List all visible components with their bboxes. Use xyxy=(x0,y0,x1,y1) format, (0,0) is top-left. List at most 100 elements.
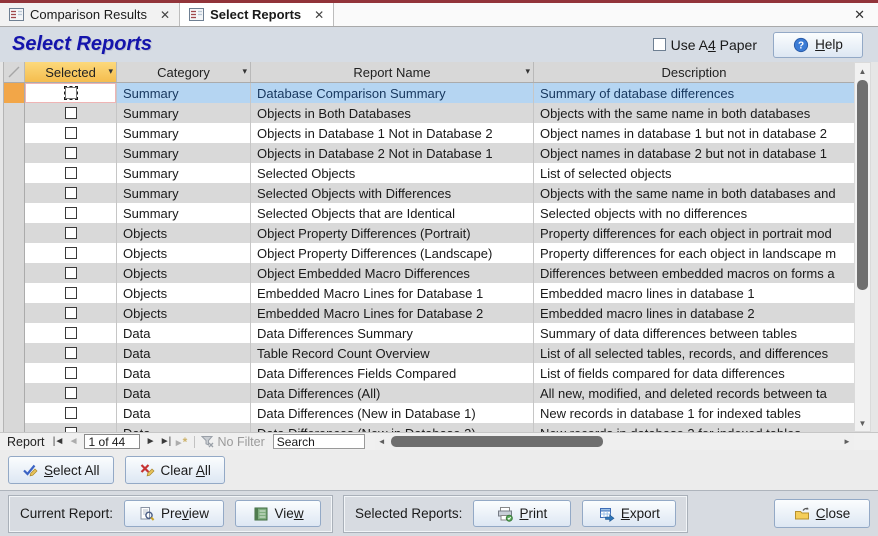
selected-checkbox[interactable] xyxy=(65,207,77,219)
clear-all-button[interactable]: Clear All xyxy=(125,456,225,484)
description-cell[interactable]: Selected objects with no differences xyxy=(534,203,854,223)
description-cell[interactable]: List of all selected tables, records, an… xyxy=(534,343,854,363)
row-selector[interactable] xyxy=(4,103,25,123)
horizontal-scrollbar-track[interactable] xyxy=(389,434,840,450)
row-selector[interactable] xyxy=(4,203,25,223)
description-cell[interactable]: Property differences for each object in … xyxy=(534,223,854,243)
report-name-cell[interactable]: Embedded Macro Lines for Database 1 xyxy=(251,283,534,303)
scroll-down-icon[interactable]: ▼ xyxy=(855,415,870,431)
category-cell[interactable]: Summary xyxy=(117,203,251,223)
column-header-report-name[interactable]: Report Name ▾ xyxy=(251,62,534,82)
selected-checkbox[interactable] xyxy=(65,327,77,339)
close-button[interactable]: Close xyxy=(774,499,870,528)
report-name-cell[interactable]: Data Differences (All) xyxy=(251,383,534,403)
description-cell[interactable]: List of fields compared for data differe… xyxy=(534,363,854,383)
report-name-cell[interactable]: Data Differences (New in Database 2) xyxy=(251,423,534,432)
column-header-description[interactable]: Description xyxy=(534,62,854,82)
report-name-cell[interactable]: Objects in Both Databases xyxy=(251,103,534,123)
row-selector[interactable] xyxy=(4,303,25,323)
report-name-cell[interactable]: Data Differences Fields Compared xyxy=(251,363,534,383)
table-row[interactable]: Data Table Record Count Overview List of… xyxy=(4,343,854,363)
search-input[interactable] xyxy=(273,434,365,449)
selected-cell[interactable] xyxy=(25,303,117,323)
description-cell[interactable]: New records in database 2 for indexed ta… xyxy=(534,423,854,432)
export-button[interactable]: Export xyxy=(582,500,676,527)
row-selector[interactable] xyxy=(4,223,25,243)
category-cell[interactable]: Data xyxy=(117,343,251,363)
preview-button[interactable]: Preview xyxy=(124,500,224,527)
category-cell[interactable]: Objects xyxy=(117,223,251,243)
tab-close-icon[interactable]: ✕ xyxy=(314,8,324,22)
row-selector[interactable] xyxy=(4,243,25,263)
description-cell[interactable]: Embedded macro lines in database 2 xyxy=(534,303,854,323)
row-selector[interactable] xyxy=(4,83,25,103)
row-selector[interactable] xyxy=(4,123,25,143)
table-row[interactable]: Summary Selected Objects that are Identi… xyxy=(4,203,854,223)
report-name-cell[interactable]: Object Property Differences (Landscape) xyxy=(251,243,534,263)
row-selector[interactable] xyxy=(4,163,25,183)
description-cell[interactable]: Objects with the same name in both datab… xyxy=(534,183,854,203)
tab-comparison-results[interactable]: Comparison Results ✕ xyxy=(0,3,180,26)
category-cell[interactable]: Summary xyxy=(117,103,251,123)
table-row[interactable]: Summary Database Comparison Summary Summ… xyxy=(4,83,854,103)
column-header-selected[interactable]: Selected ▾ xyxy=(25,62,117,82)
selected-checkbox[interactable] xyxy=(65,387,77,399)
selected-checkbox[interactable] xyxy=(65,187,77,199)
table-row[interactable]: Summary Objects in Database 2 Not in Dat… xyxy=(4,143,854,163)
selected-cell[interactable] xyxy=(25,423,117,432)
first-record-button[interactable]: |◄ xyxy=(51,436,66,447)
selected-cell[interactable] xyxy=(25,323,117,343)
selected-checkbox[interactable] xyxy=(65,147,77,159)
selected-cell[interactable] xyxy=(25,103,117,123)
row-selector[interactable] xyxy=(4,323,25,343)
print-button[interactable]: Print xyxy=(473,500,571,527)
tab-select-reports[interactable]: Select Reports ✕ xyxy=(180,3,334,26)
previous-record-button[interactable]: ◄ xyxy=(66,436,81,447)
report-name-cell[interactable]: Data Differences (New in Database 1) xyxy=(251,403,534,423)
table-row[interactable]: Data Data Differences (New in Database 1… xyxy=(4,403,854,423)
table-row[interactable]: Objects Object Embedded Macro Difference… xyxy=(4,263,854,283)
help-button[interactable]: ? Help xyxy=(773,32,863,58)
category-cell[interactable]: Summary xyxy=(117,163,251,183)
selected-cell[interactable] xyxy=(25,223,117,243)
selected-cell[interactable] xyxy=(25,203,117,223)
category-cell[interactable]: Data xyxy=(117,383,251,403)
view-button[interactable]: View xyxy=(235,500,321,527)
category-cell[interactable]: Summary xyxy=(117,143,251,163)
filter-dropdown-icon[interactable]: ▾ xyxy=(108,66,113,77)
select-all-corner[interactable] xyxy=(4,62,25,82)
selected-checkbox[interactable] xyxy=(65,107,77,119)
description-cell[interactable]: Differences between embedded macros on f… xyxy=(534,263,854,283)
category-cell[interactable]: Summary xyxy=(117,123,251,143)
selected-checkbox[interactable] xyxy=(65,267,77,279)
table-row[interactable]: Data Data Differences Fields Compared Li… xyxy=(4,363,854,383)
category-cell[interactable]: Data xyxy=(117,423,251,432)
description-cell[interactable]: Property differences for each object in … xyxy=(534,243,854,263)
row-selector[interactable] xyxy=(4,383,25,403)
table-row[interactable]: Data Data Differences Summary Summary of… xyxy=(4,323,854,343)
category-cell[interactable]: Data xyxy=(117,403,251,423)
select-all-button[interactable]: Select All xyxy=(8,456,114,484)
scroll-right-icon[interactable]: ► xyxy=(840,437,854,446)
selected-cell[interactable] xyxy=(25,403,117,423)
horizontal-scrollbar[interactable]: ◄ ► xyxy=(375,434,854,450)
no-filter-button[interactable]: No Filter xyxy=(201,435,265,449)
selected-cell[interactable] xyxy=(25,163,117,183)
record-position-box[interactable]: 1 of 44 xyxy=(84,434,140,449)
selected-checkbox[interactable] xyxy=(65,247,77,259)
selected-cell[interactable] xyxy=(25,123,117,143)
scroll-up-icon[interactable]: ▲ xyxy=(855,63,870,79)
description-cell[interactable]: New records in database 1 for indexed ta… xyxy=(534,403,854,423)
description-cell[interactable]: List of selected objects xyxy=(534,163,854,183)
table-row[interactable]: Summary Selected Objects List of selecte… xyxy=(4,163,854,183)
report-name-cell[interactable]: Object Embedded Macro Differences xyxy=(251,263,534,283)
filter-dropdown-icon[interactable]: ▾ xyxy=(525,66,530,77)
new-record-button[interactable]: ►* xyxy=(173,435,188,449)
selected-checkbox[interactable] xyxy=(65,167,77,179)
row-selector[interactable] xyxy=(4,183,25,203)
table-row[interactable]: Summary Objects in Both Databases Object… xyxy=(4,103,854,123)
description-cell[interactable]: Embedded macro lines in database 1 xyxy=(534,283,854,303)
report-name-cell[interactable]: Selected Objects that are Identical xyxy=(251,203,534,223)
selected-cell[interactable] xyxy=(25,363,117,383)
description-cell[interactable]: Object names in database 1 but not in da… xyxy=(534,123,854,143)
